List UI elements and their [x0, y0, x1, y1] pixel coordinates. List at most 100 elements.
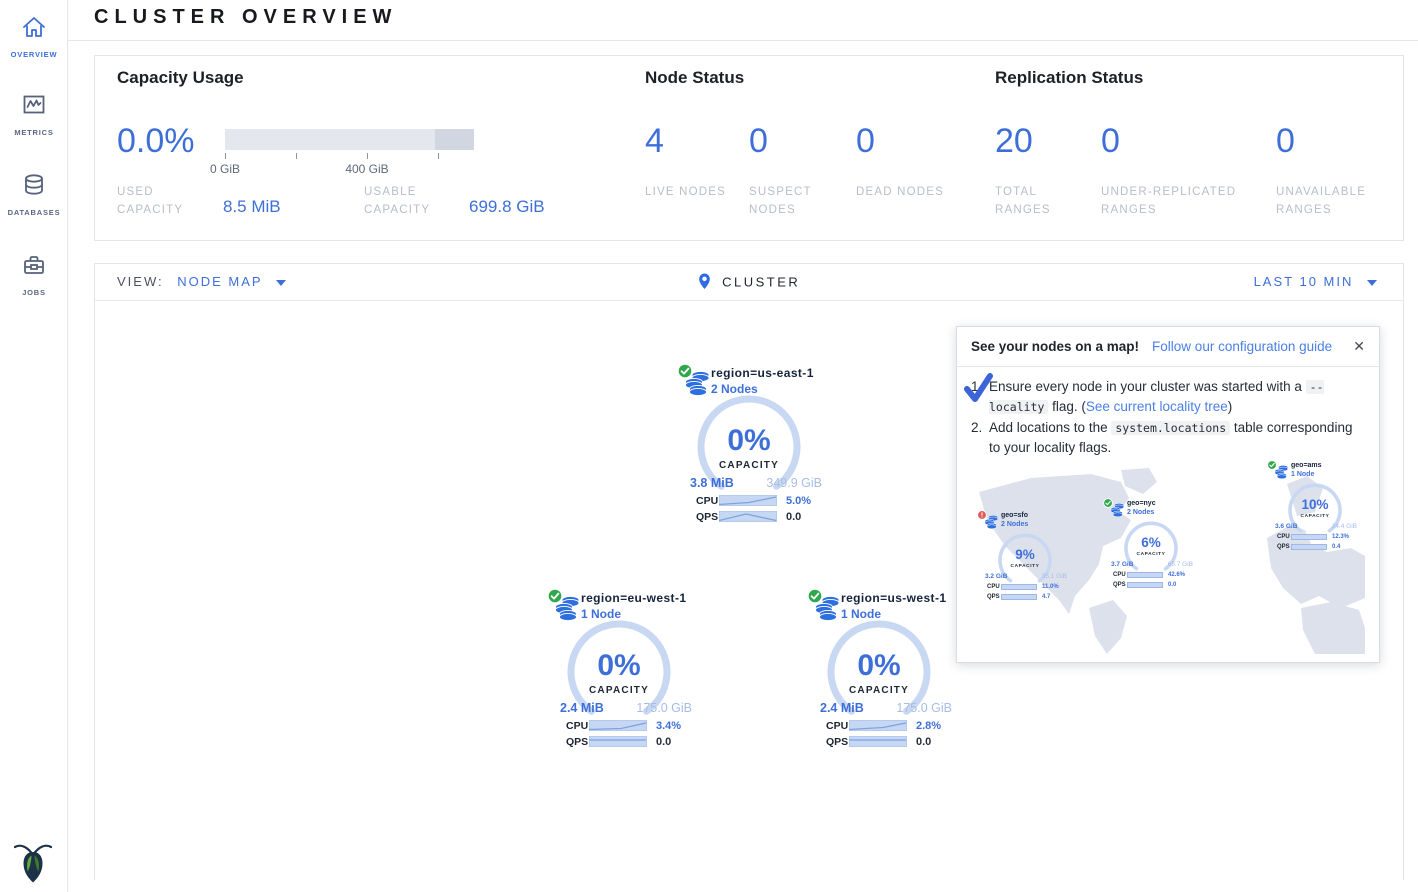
- step-text-part: flag. (: [1048, 399, 1086, 414]
- step-text-part: Ensure every node in your cluster was st…: [989, 379, 1306, 394]
- capacity-gauge-label: CAPACITY: [794, 685, 964, 696]
- time-range-selector[interactable]: LAST 10 MIN: [1254, 274, 1377, 289]
- cpu-sparkline: [1127, 572, 1163, 578]
- axis-tick-label: 0 GiB: [195, 162, 255, 176]
- preview-region-nodes: 2 Nodes: [1001, 521, 1028, 528]
- region-nodes-icon: [1110, 502, 1125, 517]
- cpu-value: 2.8%: [916, 720, 941, 732]
- locality-tree-link[interactable]: See current locality tree: [1086, 399, 1228, 414]
- capacity-used: 2.4 MiB: [560, 701, 604, 715]
- qps-sparkline: [589, 736, 647, 747]
- axis-tick: [296, 153, 297, 159]
- capacity-gauge-label: CAPACITY: [534, 685, 704, 696]
- qps-sparkline: [1001, 594, 1037, 600]
- node-map-region-card[interactable]: region=eu-west-1 1 Node 0% CAPACITY 2.4 …: [534, 588, 704, 758]
- replication-status-title: Replication Status: [995, 68, 1143, 88]
- popup-step-2: 2. Add locations to the system.locations…: [971, 418, 1365, 459]
- cpu-sparkline: [589, 720, 647, 731]
- view-bar: VIEW: NODE MAP CLUSTER LAST 10 MIN: [95, 264, 1403, 301]
- usable-capacity-label: USABLE CAPACITY: [364, 183, 454, 220]
- breadcrumb-cluster[interactable]: CLUSTER: [722, 274, 800, 289]
- popup-step-1: 1. Ensure every node in your cluster was…: [971, 377, 1365, 418]
- node-map-config-popup: See your nodes on a map! Follow our conf…: [956, 326, 1380, 663]
- axis-tick-label: 400 GiB: [337, 162, 397, 176]
- sidebar-item-jobs[interactable]: JOBS: [0, 252, 68, 300]
- close-icon[interactable]: ✕: [1353, 338, 1365, 355]
- cpu-label: CPU: [826, 720, 848, 732]
- qps-value: 0.0: [916, 736, 931, 748]
- cpu-label: CPU: [1113, 572, 1126, 578]
- capacity-total: 349.9 GiB: [766, 476, 822, 490]
- sidebar-item-metrics[interactable]: METRICS: [0, 92, 68, 140]
- preview-capacity-total: 65.7 GiB: [1168, 561, 1193, 568]
- sidebar-item-label: METRICS: [14, 128, 53, 137]
- popup-title: See your nodes on a map!: [971, 339, 1139, 354]
- sidebar-item-databases[interactable]: DATABASES: [0, 172, 68, 220]
- region-name: region=us-east-1: [711, 366, 814, 380]
- capacity-used: 3.8 MiB: [690, 476, 734, 490]
- capacity-bar: [225, 129, 474, 150]
- qps-sparkline: [719, 511, 777, 522]
- cpu-value: 3.4%: [656, 720, 681, 732]
- used-capacity-value: 8.5 MiB: [223, 197, 281, 217]
- map-pin-icon: [698, 273, 711, 290]
- databases-icon: [21, 172, 47, 198]
- qps-label: QPS: [987, 594, 1000, 600]
- chevron-down-icon[interactable]: [1367, 280, 1377, 286]
- region-name: region=eu-west-1: [581, 591, 686, 605]
- cpu-sparkline: [719, 495, 777, 506]
- usable-capacity-value: 699.8 GiB: [469, 197, 545, 217]
- under-replicated-ranges-value: 0: [1101, 122, 1120, 161]
- cpu-label: CPU: [696, 495, 718, 507]
- qps-value: 0.0: [786, 511, 801, 523]
- system-locations-code: system.locations: [1111, 421, 1230, 435]
- cpu-sparkline: [849, 720, 907, 731]
- time-range-label: LAST 10 MIN: [1254, 274, 1354, 289]
- step-number: 2.: [971, 418, 989, 459]
- under-replicated-ranges-label: UNDER-REPLICATED RANGES: [1101, 183, 1266, 220]
- preview-capacity-label: CAPACITY: [1103, 552, 1199, 557]
- preview-capacity-total: 34.4 GiB: [1332, 523, 1357, 530]
- node-map-area: region=us-east-1 2 Nodes 0% CAPACITY 3.8…: [95, 301, 1403, 880]
- qps-sparkline: [849, 736, 907, 747]
- sidebar-item-overview[interactable]: OVERVIEW: [0, 14, 68, 62]
- region-nodes-icon: [1274, 464, 1289, 479]
- unavailable-ranges-label: UNAVAILABLE RANGES: [1276, 183, 1396, 220]
- preview-capacity-used: 3.2 GiB: [985, 573, 1007, 580]
- qps-label: QPS: [826, 736, 848, 748]
- sidebar-item-label: JOBS: [22, 288, 46, 297]
- qps-label: QPS: [1277, 544, 1290, 550]
- capacity-usage-title: Capacity Usage: [117, 68, 244, 88]
- sidebar: OVERVIEW METRICS DATABASES JOBS: [0, 0, 68, 892]
- qps-value: 0.4: [1332, 544, 1340, 550]
- region-nodes-icon: [984, 514, 999, 529]
- preview-region-name: geo=sfo: [1001, 512, 1028, 519]
- preview-capacity-used: 3.6 GiB: [1275, 523, 1297, 530]
- capacity-total: 175.0 GiB: [636, 701, 692, 715]
- step-text-part: ): [1228, 399, 1233, 414]
- preview-capacity-used: 3.7 GiB: [1111, 561, 1133, 568]
- node-map-region-card[interactable]: region=us-west-1 1 Node 0% CAPACITY 2.4 …: [794, 588, 964, 758]
- configuration-guide-link[interactable]: Follow our configuration guide: [1152, 339, 1332, 354]
- sidebar-item-label: OVERVIEW: [11, 50, 58, 59]
- sidebar-item-label: DATABASES: [8, 208, 61, 217]
- capacity-gauge-percent: 0%: [534, 649, 704, 683]
- cockroachdb-logo[interactable]: [14, 840, 52, 884]
- axis-tick: [367, 153, 368, 159]
- qps-label: QPS: [1113, 582, 1126, 588]
- node-map-region-card[interactable]: region=us-east-1 2 Nodes 0% CAPACITY 3.8…: [664, 363, 834, 533]
- example-node-map-preview: geo=sfo 2 Nodes 9% CAPACITY 3.2 GiB 35.1…: [971, 468, 1365, 654]
- qps-sparkline: [1127, 582, 1163, 588]
- capacity-used: 2.4 MiB: [820, 701, 864, 715]
- cpu-value: 42.6%: [1168, 572, 1185, 578]
- preview-capacity-percent: 9%: [977, 547, 1073, 562]
- preview-capacity-percent: 10%: [1267, 497, 1363, 512]
- preview-region-nodes: 1 Node: [1291, 471, 1314, 478]
- unavailable-ranges-value: 0: [1276, 122, 1295, 161]
- capacity-gauge-percent: 0%: [794, 649, 964, 683]
- map-panel: VIEW: NODE MAP CLUSTER LAST 10 MIN: [94, 263, 1404, 880]
- axis-tick: [225, 153, 226, 159]
- total-ranges-value: 20: [995, 122, 1033, 161]
- suspect-nodes-value: 0: [749, 122, 768, 161]
- preview-region-name: geo=nyc: [1127, 500, 1156, 507]
